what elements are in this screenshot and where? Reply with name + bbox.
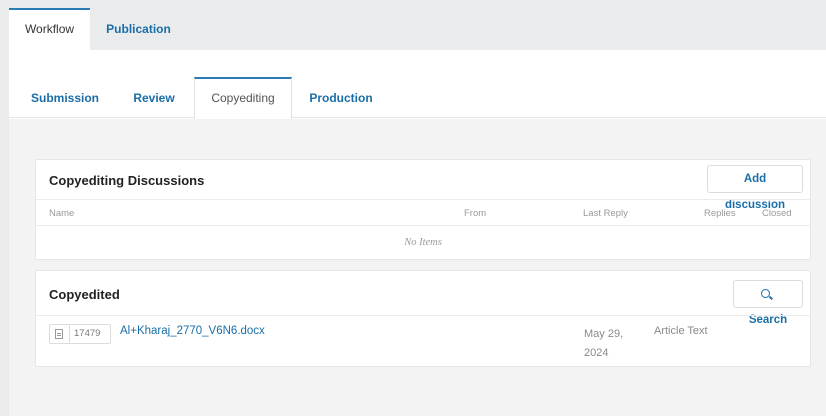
tab-production[interactable]: Production — [299, 77, 383, 118]
copyedited-files-grid: Copyedited Search 17479 Al+Kharaj_2770_V… — [35, 270, 811, 367]
search-button[interactable]: Search — [733, 280, 803, 326]
empty-state: No Items — [404, 237, 442, 248]
tab-workflow[interactable]: Workflow — [9, 8, 90, 50]
copyedited-title: Copyedited — [49, 287, 120, 302]
stage-tab-bar: Submission Review Copyediting Production — [9, 77, 826, 119]
file-link[interactable]: Al+Kharaj_2770_V6N6.docx — [120, 325, 265, 337]
file-id: 17479 — [74, 328, 101, 339]
file-type: Article Text — [654, 325, 708, 337]
file-id-badge: 17479 — [49, 324, 111, 344]
column-last-reply[interactable]: Last Reply — [583, 208, 628, 219]
discussions-title: Copyediting Discussions — [49, 173, 205, 188]
column-replies[interactable]: Replies — [704, 208, 736, 219]
search-icon — [761, 289, 770, 298]
document-icon — [55, 329, 63, 339]
table-row: 17479 Al+Kharaj_2770_V6N6.docx May 29, 2… — [36, 315, 810, 359]
discussions-grid-header: Name From Last Reply Replies Closed — [36, 199, 810, 226]
workflow-panel: Submission Review Copyediting Production… — [9, 50, 826, 416]
tab-copyediting[interactable]: Copyediting — [194, 77, 292, 119]
file-date: May 29, 2024 — [584, 328, 624, 359]
column-from[interactable]: From — [464, 208, 486, 219]
tab-publication[interactable]: Publication — [90, 8, 187, 50]
copyediting-discussions-grid: Copyediting Discussions Add discussion N… — [35, 159, 811, 260]
tab-review[interactable]: Review — [119, 77, 189, 118]
tab-submission[interactable]: Submission — [25, 77, 105, 118]
add-discussion-button[interactable]: Add discussion — [707, 165, 803, 211]
column-closed[interactable]: Closed — [762, 208, 792, 219]
column-name[interactable]: Name — [49, 208, 74, 219]
workflow-tab-bar: Workflow Publication — [0, 0, 826, 50]
stage-content: Copyediting Discussions Add discussion N… — [9, 119, 826, 416]
